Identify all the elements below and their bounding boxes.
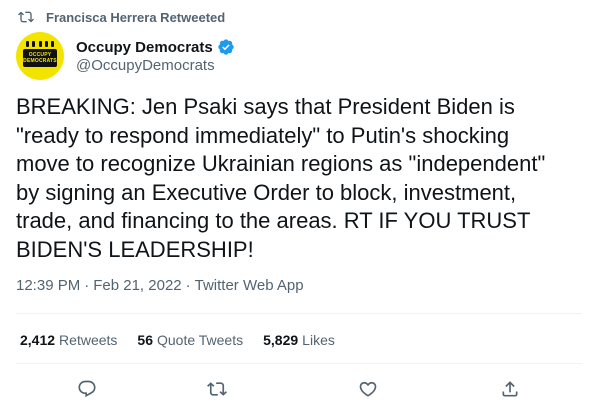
retweet-button[interactable] [206,378,228,400]
tweet-time[interactable]: 12:39 PM [16,277,80,294]
likes-label: Likes [302,332,335,348]
avatar-text-line2: DEMOCRATS [23,58,57,64]
tweet-source[interactable]: Twitter Web App [195,277,304,294]
divider [16,363,582,364]
avatar-figures [26,41,54,47]
likes-count: 5,829 [263,332,299,348]
retweets-stat[interactable]: 2,412 Retweets [20,332,117,348]
retweet-icon [18,9,34,25]
retweets-count: 2,412 [20,332,56,348]
share-button[interactable] [499,378,521,400]
handle[interactable]: @OccupyDemocrats [76,57,235,74]
tweet-text: BREAKING: Jen Psaki says that President … [16,94,546,262]
tweet-meta: 12:39 PM · Feb 21, 2022 · Twitter Web Ap… [16,277,304,294]
verified-badge-icon [217,38,235,56]
retweet-banner-text: Francisca Herrera Retweeted [46,9,226,25]
avatar[interactable]: OCCUPY DEMOCRATS [16,32,64,80]
tweet-date[interactable]: Feb 21, 2022 [93,277,181,294]
quotes-label: Quote Tweets [156,332,244,348]
like-button[interactable] [357,378,379,400]
divider [16,313,582,314]
reply-icon [77,379,97,399]
quotes-stat[interactable]: 56 Quote Tweets [137,332,243,348]
avatar-sign: OCCUPY DEMOCRATS [23,49,57,67]
likes-stat[interactable]: 5,829 Likes [263,332,335,348]
display-name-row: Occupy Democrats [76,38,235,56]
action-bar [0,375,598,405]
reply-button[interactable] [76,378,98,400]
like-icon [358,379,378,399]
retweet-banner[interactable]: Francisca Herrera Retweeted [18,9,225,25]
quotes-count: 56 [137,332,153,348]
author-names: Occupy Democrats @OccupyDemocrats [76,38,235,74]
tweet-author[interactable]: OCCUPY DEMOCRATS Occupy Democrats @Occup… [16,32,235,80]
retweet-icon [207,379,227,399]
display-name[interactable]: Occupy Democrats [76,39,213,56]
share-icon [500,379,520,399]
meta-separator: · [185,277,191,294]
meta-separator: · [84,277,90,294]
tweet-stats: 2,412 Retweets 56 Quote Tweets 5,829 Lik… [20,332,335,348]
retweets-label: Retweets [59,332,118,348]
